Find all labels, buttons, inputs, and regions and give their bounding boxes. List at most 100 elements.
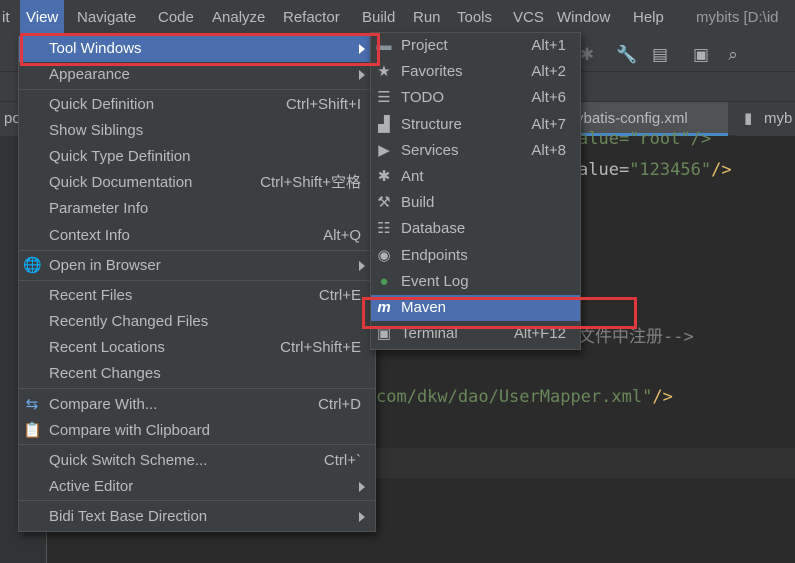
menu-item-label: Ant: [401, 168, 424, 185]
view-menu-item-open-in-browser[interactable]: 🌐 Open in Browser: [19, 253, 375, 279]
main-menu-bar: it View Navigate Code Analyze Refactor B…: [0, 0, 795, 36]
view-menu-item-recent-locations[interactable]: Recent Locations Ctrl+Shift+E: [19, 335, 375, 361]
menu-edit-partial[interactable]: it: [0, 0, 16, 36]
tool-window-item-structure[interactable]: ▟ Structure Alt+7: [371, 112, 580, 138]
code-line-password-partial: alue="root"/>: [578, 129, 712, 149]
menu-separator: [19, 444, 375, 445]
code-string: "123456": [629, 160, 712, 180]
menu-separator: [19, 250, 375, 251]
code-tag-end: />: [652, 387, 673, 407]
menu-vcs[interactable]: VCS: [507, 0, 550, 36]
menu-code[interactable]: Code: [152, 0, 200, 36]
star-icon: ★: [377, 63, 391, 81]
menu-item-label: Maven: [401, 299, 447, 316]
menu-item-label: Compare with Clipboard: [49, 422, 210, 439]
view-menu-item-appearance[interactable]: Appearance: [19, 62, 375, 88]
submenu-arrow-icon: [359, 44, 365, 54]
folder-icon: ▬: [376, 37, 392, 54]
menu-item-label: Structure: [401, 115, 462, 133]
menu-item-shortcut: Ctrl+Shift+I: [285, 96, 361, 113]
view-menu-item-quick-definition[interactable]: Quick Definition Ctrl+Shift+I: [19, 92, 375, 118]
tool-window-item-endpoints[interactable]: ◉ Endpoints: [371, 243, 580, 269]
presentation-icon[interactable]: ▣: [690, 44, 712, 66]
ant-icon: ✱: [377, 168, 391, 185]
tool-window-item-event-log[interactable]: ● Event Log: [371, 269, 580, 295]
menu-item-label: Bidi Text Base Direction: [49, 508, 208, 525]
menu-item-label: Favorites: [401, 63, 463, 81]
menu-item-label: Project: [401, 37, 448, 54]
tool-window-item-build[interactable]: ⚒ Build: [371, 190, 580, 216]
maven-icon: m: [377, 299, 391, 316]
endpoints-icon: ◉: [377, 246, 391, 264]
menu-help[interactable]: Help: [627, 0, 670, 36]
project-structure-icon[interactable]: ▤: [649, 44, 671, 66]
menu-item-label: Parameter Info: [49, 200, 149, 217]
view-menu-item-recent-changes[interactable]: Recent Changes: [19, 361, 375, 387]
structure-icon: ▟: [378, 115, 390, 133]
view-menu-item-show-siblings[interactable]: Show Siblings: [19, 118, 375, 144]
xml-file-icon: ▮: [744, 110, 753, 127]
view-menu-item-quick-type-definition[interactable]: Quick Type Definition: [19, 144, 375, 170]
menu-item-shortcut: Ctrl+`: [323, 452, 361, 469]
menu-item-shortcut: Alt+6: [531, 89, 566, 107]
code-line-value: alue="123456"/>: [578, 160, 732, 180]
view-menu-item-quick-switch-scheme[interactable]: Quick Switch Scheme... Ctrl+`: [19, 448, 375, 474]
menu-analyze[interactable]: Analyze: [206, 0, 271, 36]
code-tag-end: />: [711, 160, 732, 180]
database-icon: ☷: [377, 220, 391, 238]
menu-item-label: Appearance: [49, 66, 130, 83]
code-attr: alue=: [578, 160, 630, 180]
tool-window-item-todo[interactable]: ☰ TODO Alt+6: [371, 85, 580, 111]
menu-item-shortcut: Alt+F12: [513, 325, 566, 343]
view-menu-item-recently-changed-files[interactable]: Recently Changed Files: [19, 309, 375, 335]
menu-item-label: Endpoints: [401, 246, 468, 264]
menu-separator: [19, 89, 375, 90]
menu-item-label: Services: [401, 141, 459, 159]
menu-item-label: Recently Changed Files: [49, 313, 209, 330]
menu-item-label: Quick Definition: [49, 96, 155, 113]
view-menu-item-compare-with-clipboard[interactable]: 📋 Compare with Clipboard: [19, 418, 375, 444]
tab-right-partial-label: myb: [764, 110, 793, 127]
event-log-icon: ●: [379, 272, 389, 290]
menu-run[interactable]: Run: [407, 0, 447, 36]
menu-window[interactable]: Window: [551, 0, 616, 36]
tool-window-item-terminal[interactable]: ▣ Terminal Alt+F12: [371, 321, 580, 347]
wrench-icon[interactable]: 🔧: [616, 44, 638, 66]
services-icon: ▶: [378, 141, 390, 159]
menu-item-label: TODO: [401, 89, 445, 107]
menu-navigate[interactable]: Navigate: [71, 0, 142, 36]
tool-window-item-project[interactable]: ▬ Project Alt+1: [371, 33, 580, 59]
view-menu-item-tool-windows[interactable]: Tool Windows: [19, 36, 375, 62]
menu-build[interactable]: Build: [356, 0, 401, 36]
menu-refactor[interactable]: Refactor: [277, 0, 346, 36]
terminal-icon: ▣: [376, 325, 392, 343]
menu-item-label: Open in Browser: [49, 257, 161, 274]
view-menu-item-parameter-info[interactable]: Parameter Info: [19, 196, 375, 222]
view-menu-item-compare-with[interactable]: ⇆ Compare With... Ctrl+D: [19, 392, 375, 418]
window-title: mybits [D:\id: [696, 9, 779, 26]
tool-window-item-ant[interactable]: ✱ Ant: [371, 164, 580, 190]
search-icon[interactable]: ⌕: [722, 44, 744, 66]
submenu-arrow-icon: [359, 261, 365, 271]
view-menu-item-active-editor[interactable]: Active Editor: [19, 474, 375, 500]
menu-tools[interactable]: Tools: [451, 0, 498, 36]
tool-window-item-favorites[interactable]: ★ Favorites Alt+2: [371, 59, 580, 85]
menu-item-label: Quick Documentation: [49, 174, 193, 191]
tool-window-item-services[interactable]: ▶ Services Alt+8: [371, 138, 580, 164]
tool-window-item-maven[interactable]: m Maven: [371, 295, 580, 321]
menu-item-shortcut: Ctrl+E: [318, 287, 361, 304]
view-menu-item-context-info[interactable]: Context Info Alt+Q: [19, 223, 375, 249]
tool-window-item-database[interactable]: ☷ Database: [371, 216, 580, 242]
menu-item-label: Recent Files: [49, 287, 133, 304]
menu-item-label: Build: [401, 194, 435, 212]
view-menu-item-bidi-text-base-direction[interactable]: Bidi Text Base Direction: [19, 504, 375, 530]
list-icon: ☰: [377, 89, 391, 107]
compare-icon: ⇆: [25, 396, 39, 413]
code-mapper-resource: com/dkw/dao/UserMapper.xml": [376, 387, 653, 407]
view-menu-item-quick-documentation[interactable]: Quick Documentation Ctrl+Shift+空格: [19, 170, 375, 196]
menu-view[interactable]: View: [20, 0, 65, 36]
tab-right-partial[interactable]: ▮ myb: [736, 102, 795, 136]
menu-item-label: Context Info: [49, 227, 130, 244]
view-menu-item-recent-files[interactable]: Recent Files Ctrl+E: [19, 283, 375, 309]
submenu-arrow-icon: [359, 512, 365, 522]
